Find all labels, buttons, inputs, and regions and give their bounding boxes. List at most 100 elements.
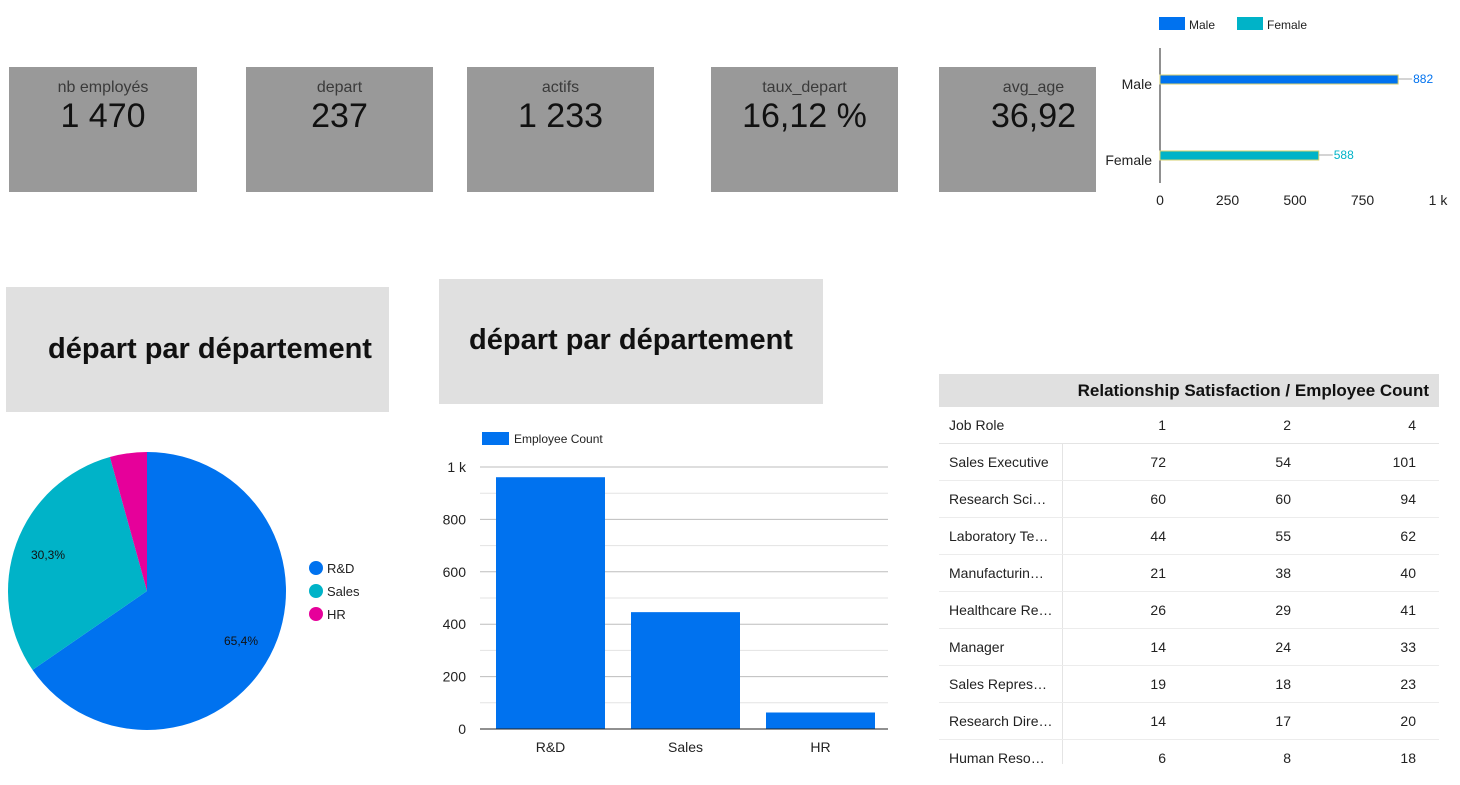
table-row: Sales Repres… 19 18 23 <box>939 666 1439 703</box>
data-label: 588 <box>1334 148 1354 162</box>
legend-label: R&D <box>327 561 354 576</box>
table-cell: 54 <box>1275 454 1291 470</box>
table-cell: 18 <box>1400 750 1416 764</box>
title-middle: départ par département <box>439 279 823 404</box>
legend-dot <box>309 607 323 621</box>
table-cell: 18 <box>1275 676 1291 692</box>
y-tick-label: 0 <box>458 721 466 737</box>
table-cell: 44 <box>1150 528 1166 544</box>
slice-label: 65,4% <box>224 634 258 648</box>
y-tick-label: 400 <box>443 616 467 632</box>
legend-swatch-male <box>1159 17 1185 30</box>
kpi-label: taux_depart <box>762 79 847 96</box>
x-tick-label: 0 <box>1156 192 1164 208</box>
slice-label: 30,3% <box>31 548 65 562</box>
kpi-label: depart <box>316 79 363 96</box>
kpi-card-actifs: actifs 1 233 <box>467 67 654 192</box>
table-cell: 14 <box>1150 639 1166 655</box>
table-row: Sales Executive 72 54 101 <box>939 444 1439 481</box>
y-tick-label: 800 <box>443 511 467 527</box>
x-tick-label: 500 <box>1283 192 1307 208</box>
column-header[interactable]: 4 <box>1313 417 1438 433</box>
legend-swatch <box>482 432 509 445</box>
category-label: Female <box>1105 152 1152 168</box>
table-cell: 29 <box>1275 602 1291 618</box>
table-cell: Sales Repres… <box>939 666 1063 702</box>
bar <box>1159 150 1320 161</box>
x-tick-label: 750 <box>1351 192 1375 208</box>
table-cell: 41 <box>1400 602 1416 618</box>
table-cell: Manager <box>939 629 1063 665</box>
table-cell: Research Dire… <box>939 703 1063 739</box>
data-label: 882 <box>1413 72 1433 86</box>
table-row: Research Sci… 60 60 94 <box>939 481 1439 518</box>
title-left-text: départ par département <box>48 333 372 365</box>
legend-label-female: Female <box>1267 18 1307 32</box>
table-cell: 17 <box>1275 713 1291 729</box>
table-cell: 23 <box>1400 676 1416 692</box>
table-cell: 6 <box>1158 750 1166 764</box>
x-tick-label: Sales <box>668 739 703 755</box>
table-row: Manufacturin… 21 38 40 <box>939 555 1439 592</box>
legend-label: Sales <box>327 584 360 599</box>
table-cell: 8 <box>1283 750 1291 764</box>
department-pie-chart: 65,4% 30,3% R&D Sales HR <box>7 452 360 730</box>
x-tick-label: 250 <box>1216 192 1240 208</box>
table-row: Research Dire… 14 17 20 <box>939 703 1439 740</box>
table-cell: Human Reso… <box>939 740 1063 764</box>
table-cell: 20 <box>1400 713 1416 729</box>
table-cell: 60 <box>1150 491 1166 507</box>
table-cell: 55 <box>1275 528 1291 544</box>
kpi-value: 237 <box>311 97 368 135</box>
column-header[interactable]: 2 <box>1188 417 1313 433</box>
table-cell: 19 <box>1150 676 1166 692</box>
legend-label: Employee Count <box>514 432 603 446</box>
bar <box>1159 74 1399 85</box>
table-title: Relationship Satisfaction / Employee Cou… <box>939 374 1439 407</box>
kpi-value: 1 470 <box>60 97 146 135</box>
title-left: départ par département <box>6 287 389 412</box>
table-cell: 62 <box>1400 528 1416 544</box>
table-cell: 40 <box>1400 565 1416 581</box>
column-header[interactable]: Job Role <box>939 407 1063 443</box>
table-cell: 24 <box>1275 639 1291 655</box>
bar <box>496 477 605 729</box>
table-cell: 26 <box>1150 602 1166 618</box>
bar <box>631 612 740 729</box>
x-tick-label: HR <box>810 739 830 755</box>
table-cell: Healthcare Re… <box>939 592 1063 628</box>
table-cell: 72 <box>1150 454 1166 470</box>
employee-count-bar-chart: Employee Count 0 200 400 600 800 1 k R&D Sales HR <box>443 432 888 755</box>
table-cell: Laboratory Te… <box>939 518 1063 554</box>
legend-label: HR <box>327 607 346 622</box>
kpi-card-avg-age: avg_age 36,92 <box>939 67 1096 192</box>
table-cell: 21 <box>1150 565 1166 581</box>
table-cell: Research Sci… <box>939 481 1063 517</box>
kpi-value: 1 233 <box>517 97 604 135</box>
table-row: Healthcare Re… 26 29 41 <box>939 592 1439 629</box>
legend-dot <box>309 561 323 575</box>
x-tick-label: R&D <box>536 739 566 755</box>
bar <box>766 712 875 729</box>
kpi-card-taux-depart: taux_depart 16,12 % <box>711 67 898 192</box>
table-header-row: Job Role 1 2 4 <box>939 407 1439 444</box>
column-header[interactable]: 1 <box>1063 417 1188 433</box>
y-tick-label: 200 <box>443 669 467 685</box>
table-cell: 101 <box>1392 454 1416 470</box>
kpi-card-depart: depart 237 <box>246 67 433 192</box>
category-label: Male <box>1122 76 1153 92</box>
table-cell: Manufacturin… <box>939 555 1063 591</box>
table-cell: Sales Executive <box>939 444 1063 480</box>
table-row: Manager 14 24 33 <box>939 629 1439 666</box>
kpi-label: actifs <box>541 79 580 96</box>
gender-bar-chart: Male Female Male 882 Female 588 0 250 500 750 1 k <box>1105 17 1448 208</box>
title-middle-text: départ par département <box>469 324 793 356</box>
table-cell: 60 <box>1275 491 1291 507</box>
legend-swatch-female <box>1237 17 1263 30</box>
table-row: Laboratory Te… 44 55 62 <box>939 518 1439 555</box>
y-tick-label: 1 k <box>447 459 467 475</box>
table-cell: 14 <box>1150 713 1166 729</box>
table-cell: 94 <box>1400 491 1416 507</box>
table-row: Human Reso… 6 8 18 <box>939 740 1439 764</box>
legend-label-male: Male <box>1189 18 1215 32</box>
